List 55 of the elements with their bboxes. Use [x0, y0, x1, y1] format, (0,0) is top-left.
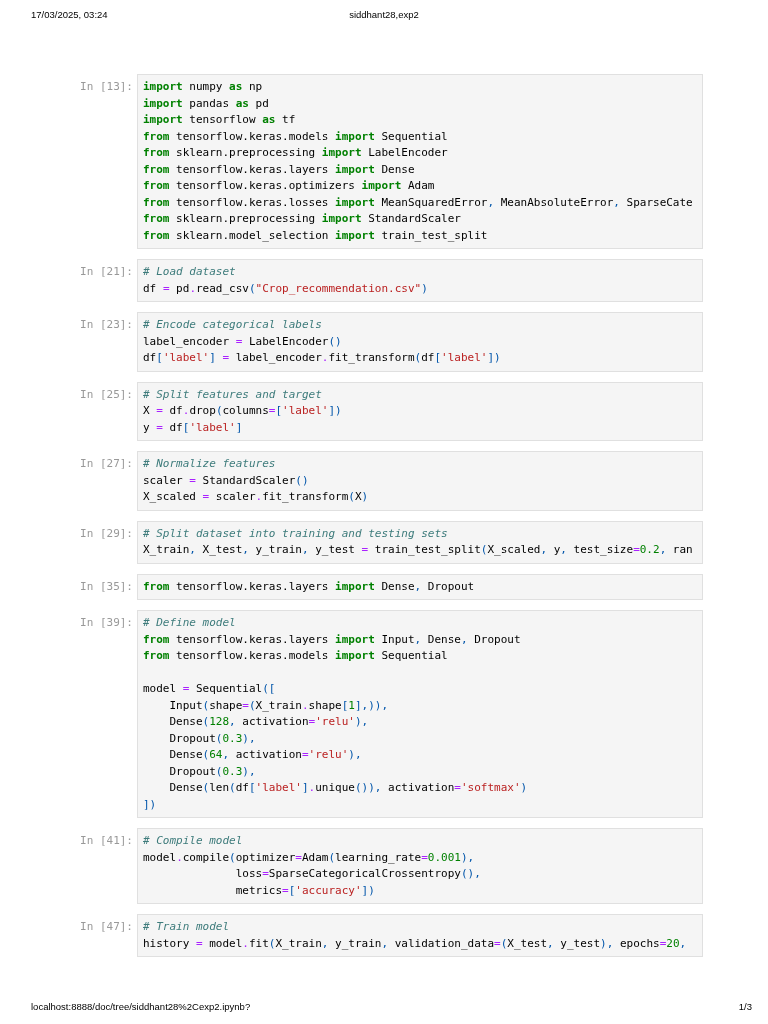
input-prompt: In [29]:	[79, 525, 134, 542]
code-line: y = df['label']	[143, 419, 243, 436]
code-line: from tensorflow.keras.layers import Input, Dense, Dropout	[143, 631, 521, 648]
code-line: # Encode categorical labels	[143, 317, 322, 333]
code-line: from tensorflow.keras.layers import Dense, Dropout	[143, 578, 475, 595]
code-line: # Split dataset into training and testing sets	[143, 525, 448, 542]
code-line: # Define model	[143, 615, 236, 631]
document-title: siddhant28,exp2	[349, 8, 419, 20]
code-line: from tensorflow.keras.models import Sequential	[143, 648, 448, 664]
code-line: X_train, X_test, y_train, y_test = train_test_split(X_scaled, y, test_size=0.2, ran	[143, 542, 693, 558]
code-line: from sklearn.model_selection import train_test_split	[143, 227, 488, 244]
code-line: X = df.drop(columns=['label'])	[143, 403, 342, 419]
code-line: import pandas as pd	[143, 95, 269, 112]
input-prompt: In [25]:	[79, 386, 134, 403]
code-line: X_scaled = scaler.fit_transform(X)	[143, 489, 369, 505]
code-line: Dense(len(df['label'].unique()), activation='softmax')	[168, 780, 528, 796]
code-line: Dropout(0.3),	[168, 730, 256, 747]
input-prompt: In [13]:	[79, 79, 134, 95]
code-line: label_encoder = LabelEncoder()	[143, 333, 342, 350]
code-line: # Split features and target	[143, 386, 322, 403]
page-url: localhost:8888/doc/tree/siddhant28%2Cexp2.ipynb?	[31, 1000, 251, 1012]
code-line: from tensorflow.keras.losses import MeanSquaredError, MeanAbsoluteError, SparseCate	[143, 194, 693, 211]
input-prompt: In [21]:	[79, 264, 134, 280]
input-prompt: In [23]:	[79, 317, 134, 333]
code-line: # Normalize features	[143, 456, 276, 472]
code-line: import tensorflow as tf	[143, 112, 296, 128]
code-line: from tensorflow.keras.optimizers import Adam	[143, 178, 435, 194]
code-line: Dense(128, activation='relu'),	[168, 714, 369, 730]
code-line: Input(shape=(X_train.shape[1],)),	[168, 697, 389, 714]
code-line: from sklearn.preprocessing import LabelEncoder	[143, 145, 448, 161]
code-line: model = Sequential([	[143, 681, 276, 697]
code-line: from tensorflow.keras.models import Sequential	[143, 128, 448, 145]
code-line: scaler = StandardScaler()	[143, 472, 309, 489]
input-prompt: In [27]:	[79, 456, 134, 472]
code-line: df = pd.read_csv("Crop_recommendation.csv")	[143, 280, 428, 297]
code-line: import numpy as np	[143, 79, 263, 95]
code-line: history = model.fit(X_train, y_train, validation_data=(X_test, y_test), epochs=20,	[143, 935, 687, 952]
code-line: df['label'] = label_encoder.fit_transform(df['label'])	[143, 350, 501, 366]
code-line: ])	[143, 796, 157, 813]
input-prompt: In [41]:	[79, 833, 134, 849]
code-line: # Compile model	[143, 833, 243, 849]
print-date: 17/03/2025, 03:24	[31, 8, 108, 20]
code-line: Dense(64, activation='relu'),	[168, 747, 362, 763]
input-prompt: In [39]:	[79, 615, 134, 631]
code-line: # Load dataset	[143, 264, 236, 280]
input-prompt: In [47]:	[79, 919, 134, 935]
input-prompt: In [35]:	[79, 578, 134, 595]
code-line: loss=SparseCategoricalCrossentropy(),	[234, 866, 481, 882]
code-line: model.compile(optimizer=Adam(learning_rate=0.001),	[143, 849, 475, 866]
code-line: metrics=['accuracy'])	[234, 882, 375, 899]
code-line: # Train model	[143, 919, 230, 935]
code-line: Dropout(0.3),	[168, 763, 256, 780]
code-line: from sklearn.preprocessing import StandardScaler	[143, 211, 461, 227]
code-line: from tensorflow.keras.layers import Dense	[143, 161, 415, 178]
page-number: 1/3	[738, 1000, 752, 1012]
